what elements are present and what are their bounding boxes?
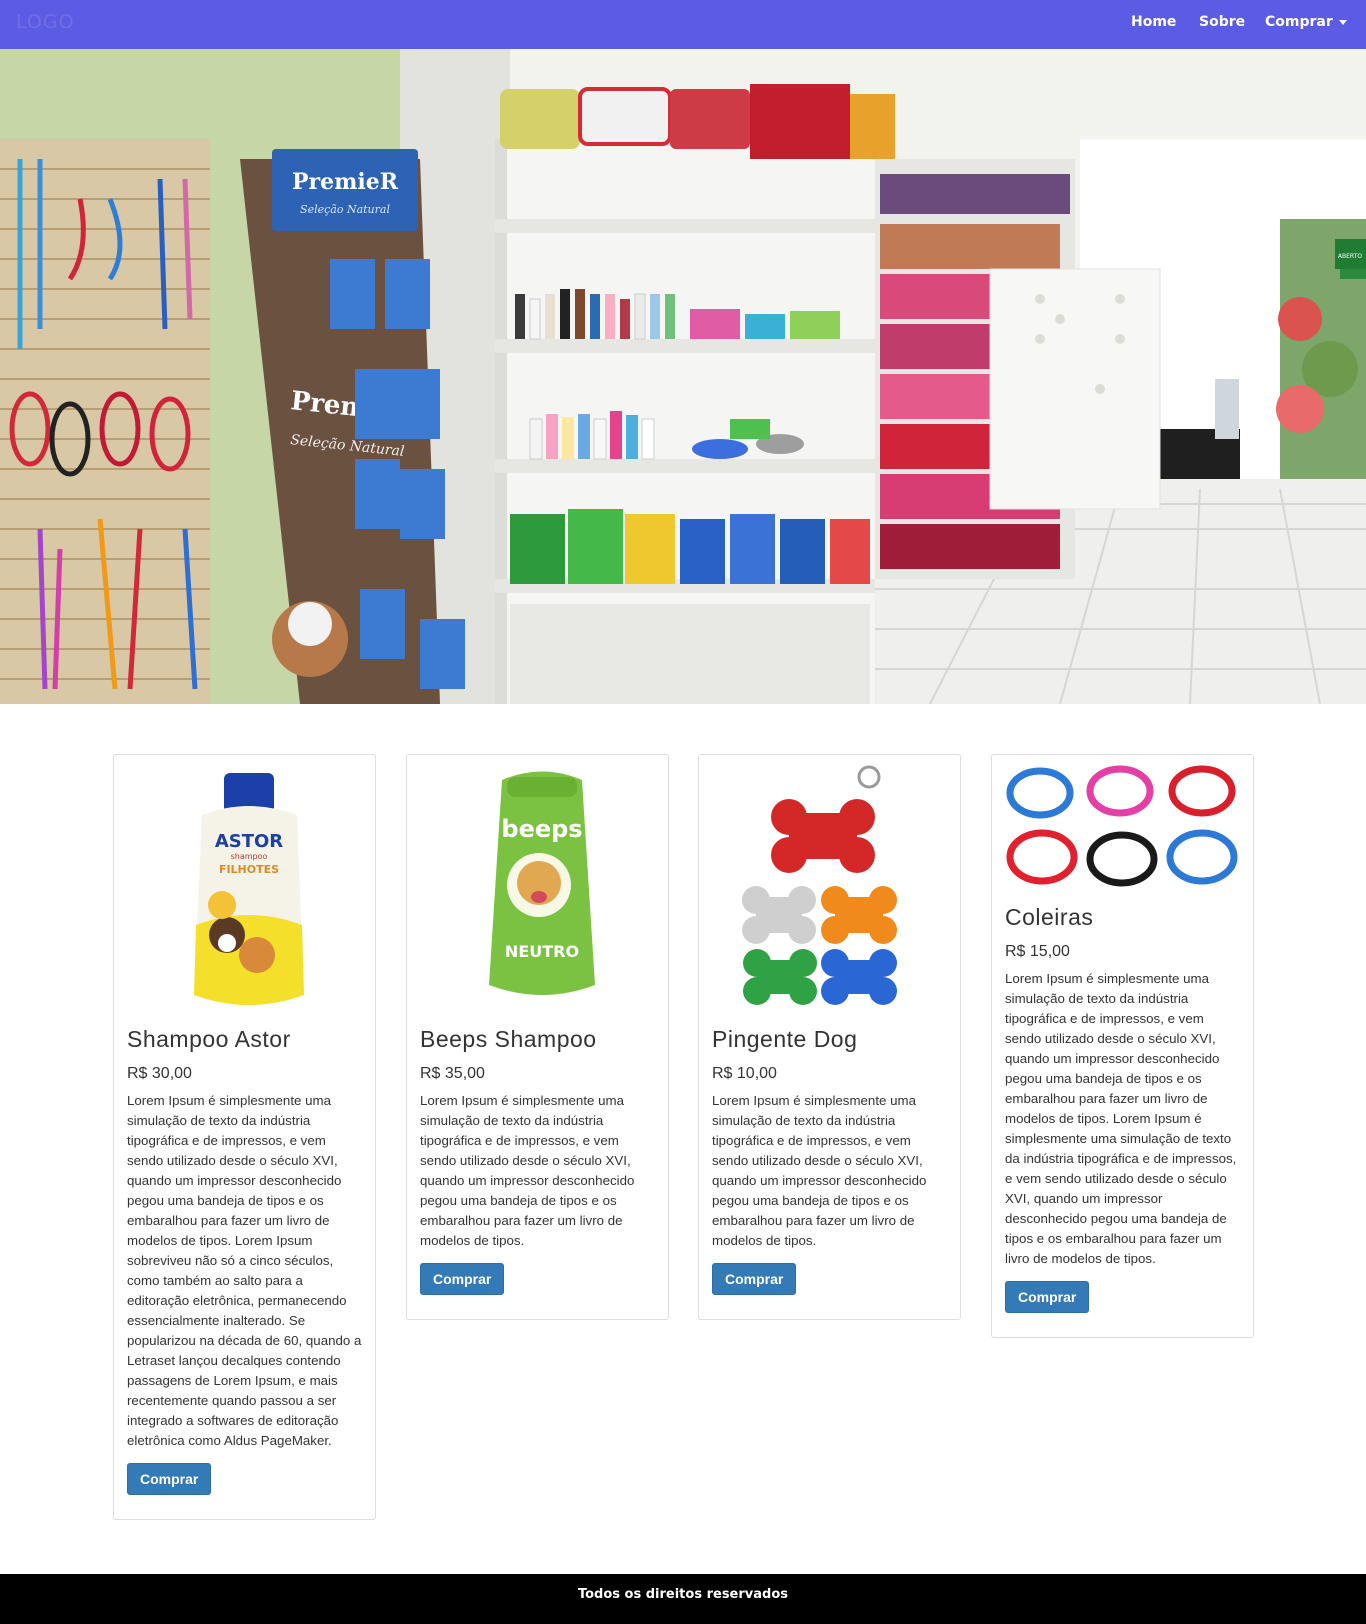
- beeps-brand: beeps: [501, 815, 582, 843]
- product-card: ASTOR shampoo FILHOTES Shampoo Astor R$ …: [113, 754, 376, 1520]
- product-title: Beeps Shampoo: [420, 1026, 597, 1052]
- product-image-coleiras: [992, 755, 1253, 898]
- product-title: Coleiras: [1005, 904, 1094, 930]
- beeps-neutro: NEUTRO: [505, 942, 579, 961]
- nav-sobre-link[interactable]: Sobre: [1199, 14, 1245, 30]
- hero-sign-aberto: ABERTO: [1338, 253, 1362, 260]
- product-description: Lorem Ipsum é simplesmente uma simulação…: [1005, 971, 1237, 1266]
- product-card: beeps NEUTRO Beeps Shampoo R$ 35,00 Lore…: [406, 754, 669, 1320]
- product-image-pingente-dog: [699, 755, 960, 1020]
- product-image-beeps-shampoo: beeps NEUTRO: [407, 755, 668, 1020]
- hero-image: PremieR Seleção Natural PremieR Seleção …: [0, 49, 1366, 704]
- product-image-shampoo-astor: ASTOR shampoo FILHOTES: [114, 755, 375, 1020]
- nav-comprar-label: Comprar: [1265, 14, 1333, 30]
- product-card: Pingente Dog R$ 10,00 Lorem Ipsum é simp…: [698, 754, 961, 1320]
- logo[interactable]: LOGO: [16, 11, 75, 33]
- product-description: Lorem Ipsum é simplesmente uma simulação…: [420, 1093, 635, 1248]
- hero-sign-premier: PremieR: [292, 169, 399, 195]
- caret-down-icon: [1338, 19, 1347, 25]
- astor-brand: ASTOR: [215, 831, 283, 852]
- footer: Todos os direitos reservados: [0, 1574, 1366, 1624]
- buy-button[interactable]: Comprar: [712, 1263, 797, 1295]
- hero-sign-selecao: Seleção Natural: [300, 203, 390, 216]
- product-price: R$ 30,00: [127, 1065, 192, 1082]
- footer-text: Todos os direitos reservados: [577, 1587, 789, 1602]
- product-description: Lorem Ipsum é simplesmente uma simulação…: [127, 1093, 362, 1448]
- astor-filhotes: FILHOTES: [219, 863, 279, 876]
- product-title: Shampoo Astor: [127, 1026, 291, 1052]
- product-title: Pingente Dog: [712, 1026, 858, 1052]
- nav-comprar-dropdown[interactable]: Comprar: [1265, 14, 1347, 30]
- product-description: Lorem Ipsum é simplesmente uma simulação…: [712, 1093, 927, 1248]
- nav-home-link[interactable]: Home: [1131, 14, 1176, 30]
- buy-button[interactable]: Comprar: [420, 1263, 505, 1295]
- product-price: R$ 10,00: [712, 1065, 777, 1082]
- astor-shampoo: shampoo: [231, 852, 268, 861]
- product-card: Coleiras R$ 15,00 Lorem Ipsum é simplesm…: [991, 754, 1254, 1338]
- navbar: LOGO Home Sobre Comprar: [0, 0, 1366, 49]
- buy-button[interactable]: Comprar: [127, 1463, 212, 1495]
- product-price: R$ 35,00: [420, 1065, 485, 1082]
- buy-button[interactable]: Comprar: [1005, 1281, 1090, 1313]
- product-price: R$ 15,00: [1005, 943, 1070, 960]
- pet-shop-illustration: PremieR Seleção Natural PremieR Seleção …: [0, 49, 1366, 704]
